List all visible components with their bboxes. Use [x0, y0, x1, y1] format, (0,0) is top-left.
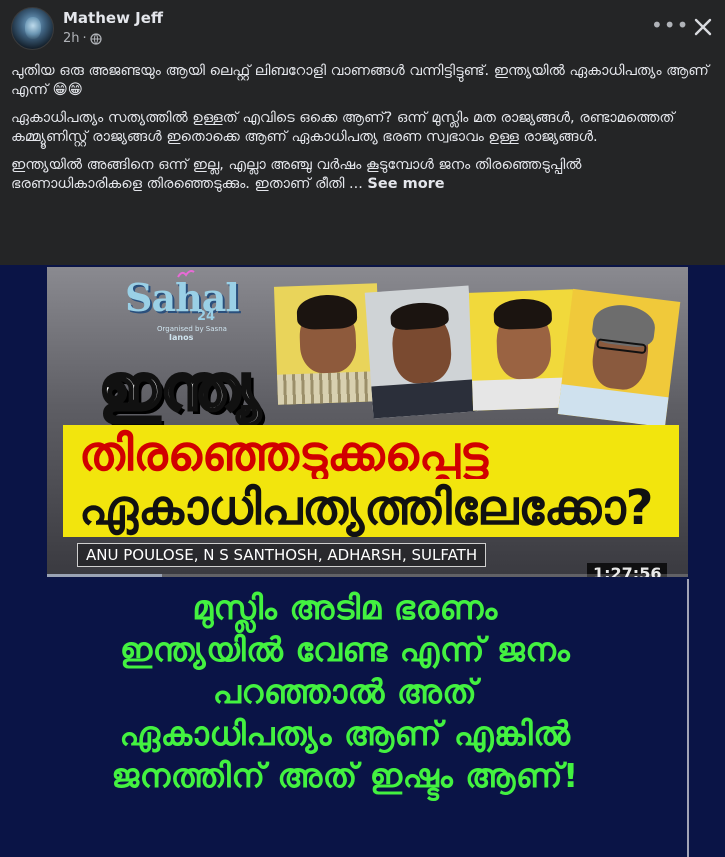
video-thumbnail[interactable]: Sahal 24 Organised by Sasna Ianos ഇന്ത്യ…	[47, 267, 688, 577]
globe-icon	[90, 32, 102, 45]
caption-line-1: മുസ്ലിം അടിമ ഭരണം	[192, 588, 498, 627]
video-progress-fill	[47, 574, 163, 577]
see-more-link[interactable]: See more	[367, 176, 444, 192]
speaker-photo-4	[557, 288, 681, 428]
author-avatar[interactable]	[11, 7, 54, 50]
speaker-photo-2	[364, 285, 478, 419]
caption-line-2: ഇന്ത്യയിൽ വേണ്ട എന്ന് ജനം	[119, 630, 571, 669]
logo-text: Sahal	[125, 275, 240, 320]
logo-organiser-line: Organised by Sasna	[157, 325, 227, 333]
caption-line-5: ജനത്തിന് അത് ഇഷ്ടം ആണ്!	[111, 756, 579, 795]
post-paragraph-3-text: ഇന്ത്യയിൽ അങ്ങിനെ ഒന്ന് ഇല്ല, എല്ലാ അഞ്ച…	[11, 157, 582, 192]
logo-organiser: Ianos	[169, 333, 194, 342]
post-text: പുതിയ ഒരു അജണ്ടയും ആയി ലെഫ്റ്റ് ലിബറോളി …	[11, 62, 711, 203]
post-paragraph-3: ഇന്ത്യയിൽ അങ്ങിനെ ഒന്ന് ഇല്ല, എല്ലാ അഞ്ച…	[11, 156, 711, 194]
more-horizontal-icon[interactable]: •••	[651, 14, 688, 40]
post-paragraph-2: ഏകാധിപത്യം സത്യത്തിൽ ഉള്ളത് എവിടെ ഒക്കെ …	[11, 110, 675, 145]
caption-line-3: പറഞ്ഞാൽ അത്	[212, 672, 478, 711]
post-media[interactable]: Sahal 24 Organised by Sasna Ianos ഇന്ത്യ…	[0, 265, 725, 857]
meta-separator: ·	[82, 31, 87, 46]
media-divider	[687, 579, 689, 857]
post-header: Mathew Jeff 2h · •••	[0, 0, 725, 60]
event-logo: Sahal 24 Organised by Sasna Ianos	[117, 270, 240, 343]
post-time[interactable]: 2h	[63, 31, 80, 46]
image-caption: മുസ്ലിം അടിമ ഭരണം ഇന്ത്യയിൽ വേണ്ട എന്ന് …	[0, 587, 690, 797]
video-progress-bar[interactable]	[47, 574, 688, 577]
post-paragraph-1: പുതിയ ഒരു അജണ്ടയും ആയി ലെഫ്റ്റ് ലിബറോളി …	[11, 63, 709, 98]
video-title-line-3: ഏകാധിപത്യത്തിലേക്കോ?	[63, 479, 679, 537]
logo-year: 24	[197, 309, 216, 324]
close-icon[interactable]	[690, 14, 716, 40]
caption-line-4: ഏകാധിപത്യം ആണ് എങ്കിൽ	[119, 714, 571, 753]
video-title-line-1: ഇന്ത്യ	[97, 350, 262, 426]
video-title-line-2: തിരഞ്ഞെടുക്കപ്പെട്ട	[63, 425, 679, 483]
post-meta: 2h ·	[63, 31, 102, 46]
author-name[interactable]: Mathew Jeff	[63, 9, 163, 27]
speakers-banner: ANU POULOSE, N S SANTHOSH, ADHARSH, SULF…	[77, 543, 487, 567]
